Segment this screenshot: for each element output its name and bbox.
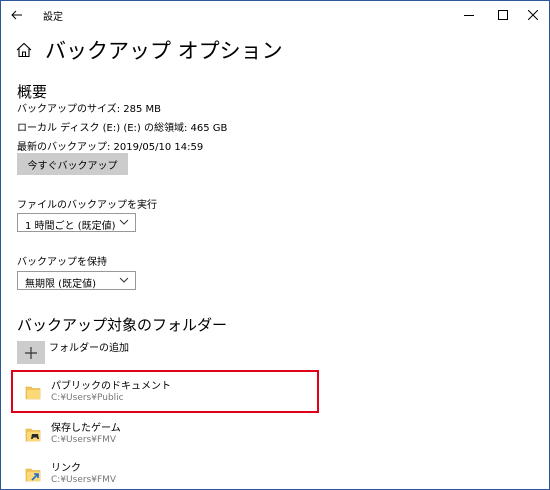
folder-item-saved-games[interactable]: 保存したゲーム C:¥Users¥FMV <box>15 417 315 455</box>
schedule-label: ファイルのバックアップを実行 <box>17 200 157 211</box>
folder-path: C:¥Users¥FMV <box>51 435 117 445</box>
backup-size-text: バックアップのサイズ: 285 MB <box>17 104 162 115</box>
retention-label: バックアップを保持 <box>17 257 107 268</box>
retention-value: 無期限 (既定値) <box>25 279 96 290</box>
schedule-value: 1 時間ごと (既定値) <box>25 221 116 232</box>
settings-window: 設定 バックアップ オプション 概要 バックアップのサイズ: 285 MB ロー… <box>0 0 550 490</box>
add-folder-label[interactable]: フォルダーの追加 <box>49 339 129 354</box>
folder-name: リンク <box>51 463 81 474</box>
folders-heading: バックアップ対象のフォルダー <box>17 316 228 334</box>
backup-now-button[interactable]: 今すぐバックアップ <box>17 153 128 175</box>
folder-item-links[interactable]: リンク C:¥Users¥FMV <box>15 457 315 489</box>
schedule-dropdown[interactable]: 1 時間ごと (既定値) <box>17 213 136 232</box>
folder-path: C:¥Users¥FMV <box>51 475 117 485</box>
retention-dropdown[interactable]: 無期限 (既定値) <box>17 271 136 290</box>
add-folder-button[interactable] <box>17 341 45 364</box>
title-bar: 設定 <box>1 1 549 29</box>
latest-backup-text: 最新のバックアップ: 2019/05/10 14:59 <box>17 142 204 153</box>
chevron-down-icon <box>119 277 129 283</box>
saved-games-folder-icon <box>25 428 41 442</box>
highlight-box <box>11 370 319 413</box>
minimize-button[interactable] <box>453 1 485 29</box>
plus-icon <box>25 346 37 359</box>
maximize-icon <box>498 10 508 20</box>
chevron-down-icon <box>119 219 129 225</box>
page-title: バックアップ オプション <box>45 39 283 63</box>
home-icon[interactable] <box>15 41 33 59</box>
back-button[interactable] <box>1 1 33 29</box>
folder-name: 保存したゲーム <box>51 423 121 434</box>
close-icon <box>528 10 538 20</box>
disk-total-text: ローカル ディスク (E:) (E:) の総領域: 465 GB <box>17 123 228 134</box>
links-folder-icon <box>25 468 41 482</box>
window-title: 設定 <box>43 12 63 23</box>
minimize-icon <box>464 15 474 16</box>
arrow-left-icon <box>11 10 22 20</box>
maximize-button[interactable] <box>487 1 519 29</box>
close-button[interactable] <box>517 1 549 29</box>
overview-heading: 概要 <box>17 83 48 101</box>
